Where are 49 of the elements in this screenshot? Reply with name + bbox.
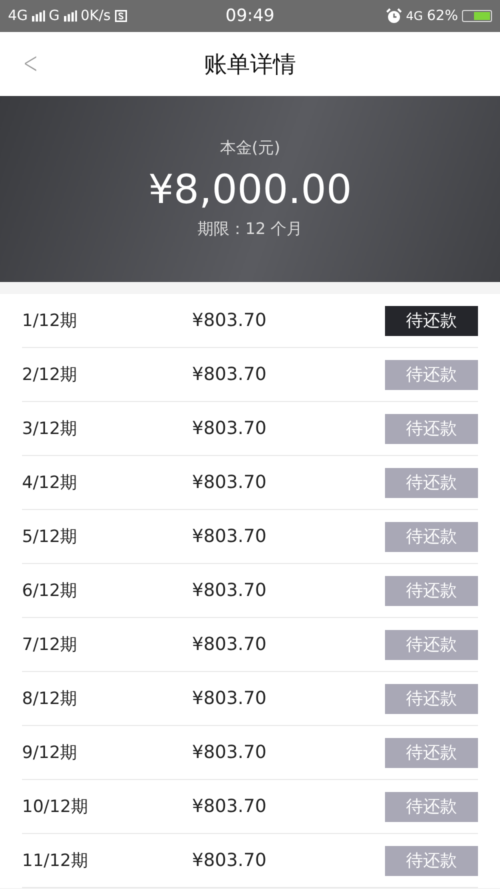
repay-status-button[interactable]: 待还款 <box>385 360 478 390</box>
repay-status-button[interactable]: 待还款 <box>385 306 478 336</box>
network-label: G <box>48 8 60 24</box>
installment-amount: ¥803.70 <box>192 472 268 493</box>
signal-icon <box>64 10 77 22</box>
network-label: 4G <box>406 9 423 23</box>
installment-amount: ¥803.70 <box>192 742 268 763</box>
alarm-icon <box>386 8 402 24</box>
installment-amount: ¥803.70 <box>192 688 268 709</box>
period-label: 2/12期 <box>22 364 78 386</box>
clock-time: 09:49 <box>226 6 274 26</box>
battery-icon <box>462 10 492 22</box>
app-notification-icon <box>114 10 127 22</box>
page-title: 账单详情 <box>204 50 296 80</box>
repay-status-button[interactable]: 待还款 <box>385 576 478 606</box>
installment-amount: ¥803.70 <box>192 364 268 385</box>
period-label: 5/12期 <box>22 526 78 548</box>
period-label: 10/12期 <box>22 796 89 818</box>
period-label: 7/12期 <box>22 634 78 656</box>
installment-amount: ¥803.70 <box>192 850 268 871</box>
installment-amount: ¥803.70 <box>192 310 268 331</box>
signal-icon <box>32 10 45 22</box>
repay-status-button[interactable]: 待还款 <box>385 522 478 552</box>
battery-percent: 62% <box>426 8 458 24</box>
principal-amount: ¥8,000.00 <box>148 167 352 213</box>
network-label: 4G <box>8 8 28 24</box>
period-label: 11/12期 <box>22 850 89 872</box>
period-label: 3/12期 <box>22 418 78 440</box>
loan-term: 期限：12 个月 <box>197 219 303 240</box>
repay-status-button[interactable]: 待还款 <box>385 846 478 876</box>
installment-amount: ¥803.70 <box>192 418 268 439</box>
installment-amount: ¥803.70 <box>192 796 268 817</box>
repay-status-button[interactable]: 待还款 <box>385 792 478 822</box>
repay-status-button[interactable]: 待还款 <box>385 738 478 768</box>
repay-status-button[interactable]: 待还款 <box>385 630 478 660</box>
repay-status-button[interactable]: 待还款 <box>385 684 478 714</box>
back-button[interactable]: < <box>20 46 41 81</box>
period-label: 9/12期 <box>22 742 78 764</box>
installment-amount: ¥803.70 <box>192 580 268 601</box>
period-label: 4/12期 <box>22 472 78 494</box>
installment-amount: ¥803.70 <box>192 634 268 655</box>
repay-status-button[interactable]: 待还款 <box>385 468 478 498</box>
period-label: 6/12期 <box>22 580 78 602</box>
network-speed: 0K/s <box>80 8 111 24</box>
period-label: 8/12期 <box>22 688 78 710</box>
installment-amount: ¥803.70 <box>192 526 268 547</box>
principal-label: 本金(元) <box>220 138 280 159</box>
period-label: 1/12期 <box>22 310 78 332</box>
repay-status-button[interactable]: 待还款 <box>385 414 478 444</box>
